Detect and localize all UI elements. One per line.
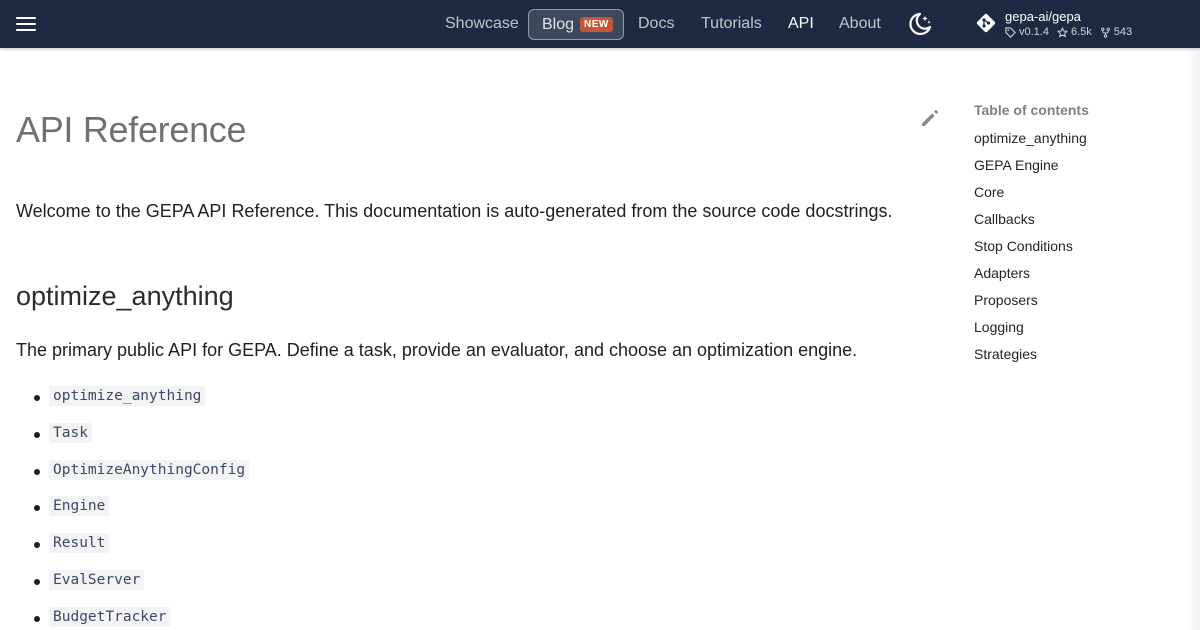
bullet	[34, 505, 40, 512]
toc-item-adapters[interactable]: Adapters	[974, 264, 1174, 291]
new-badge: NEW	[580, 17, 613, 32]
nav-blog[interactable]: Blog NEW	[528, 9, 624, 40]
forks-value: 543	[1113, 26, 1133, 38]
nav-api[interactable]: API	[788, 0, 814, 48]
repository-forks: 543	[1100, 26, 1132, 38]
api-link-result[interactable]: Result	[49, 533, 110, 554]
toc-item-gepa-engine[interactable]: GEPA Engine	[974, 156, 1174, 183]
toc-item-strategies[interactable]: Strategies	[974, 345, 1174, 372]
bullet	[34, 615, 40, 622]
nav-docs[interactable]: Docs	[638, 0, 674, 48]
api-link-budget-tracker[interactable]: BudgetTracker	[49, 606, 171, 627]
toc-item-callbacks[interactable]: Callbacks	[974, 210, 1174, 237]
bullet	[34, 468, 40, 475]
repository-link[interactable]: gepa-ai/gepa v0.1.4 6.5k 543	[975, 8, 1150, 42]
repository-name: gepa-ai/gepa	[1005, 9, 1081, 24]
api-link-eval-server[interactable]: EvalServer	[49, 569, 145, 590]
version-value: v0.1.4	[1019, 26, 1049, 38]
git-icon	[976, 13, 996, 33]
bullet	[34, 542, 40, 549]
bullet	[34, 395, 40, 401]
top-navigation-bar: Showcase Blog NEW Docs Tutorials API Abo…	[0, 0, 1200, 48]
section-heading: optimize_anything	[16, 281, 234, 311]
edit-page-icon[interactable]	[920, 108, 940, 128]
theme-toggle-icon[interactable]	[906, 11, 934, 37]
bullet	[34, 431, 40, 438]
toc-item-stop-conditions[interactable]: Stop Conditions	[974, 237, 1174, 264]
intro-paragraph: Welcome to the GEPA API Reference. This …	[16, 201, 893, 221]
toc-title: Table of contents	[974, 102, 1089, 118]
bullet	[34, 578, 40, 585]
tag-icon	[1005, 26, 1016, 38]
nav-tutorials[interactable]: Tutorials	[701, 0, 762, 48]
stars-value: 6.5k	[1070, 26, 1092, 38]
api-link-task[interactable]: Task	[49, 422, 92, 443]
toc-item-proposers[interactable]: Proposers	[974, 291, 1174, 318]
api-link-engine[interactable]: Engine	[49, 496, 110, 517]
toc-item-logging[interactable]: Logging	[974, 318, 1174, 345]
toc-item-core[interactable]: Core	[974, 183, 1174, 210]
repository-version: v0.1.4	[1005, 26, 1049, 38]
repository-facts: v0.1.4 6.5k 543	[1005, 26, 1132, 38]
page-title: API Reference	[16, 109, 247, 150]
api-link-optimize-anything-config[interactable]: OptimizeAnythingConfig	[49, 459, 250, 480]
table-of-contents: Table of contents optimize_anything GEPA…	[974, 102, 1174, 372]
section-description: The primary public API for GEPA. Define …	[16, 340, 858, 360]
repository-stars: 6.5k	[1057, 26, 1092, 38]
fork-icon	[1100, 27, 1110, 38]
menu-icon[interactable]	[14, 13, 38, 35]
scrollbar-gutter	[1186, 48, 1200, 630]
api-link-optimize-anything[interactable]: optimize_anything	[49, 386, 206, 406]
star-icon	[1057, 26, 1068, 37]
toc-item-optimize-anything[interactable]: optimize_anything	[974, 129, 1174, 156]
nav-showcase[interactable]: Showcase	[445, 0, 519, 48]
nav-about[interactable]: About	[839, 0, 881, 48]
nav-blog-label: Blog	[542, 15, 575, 33]
